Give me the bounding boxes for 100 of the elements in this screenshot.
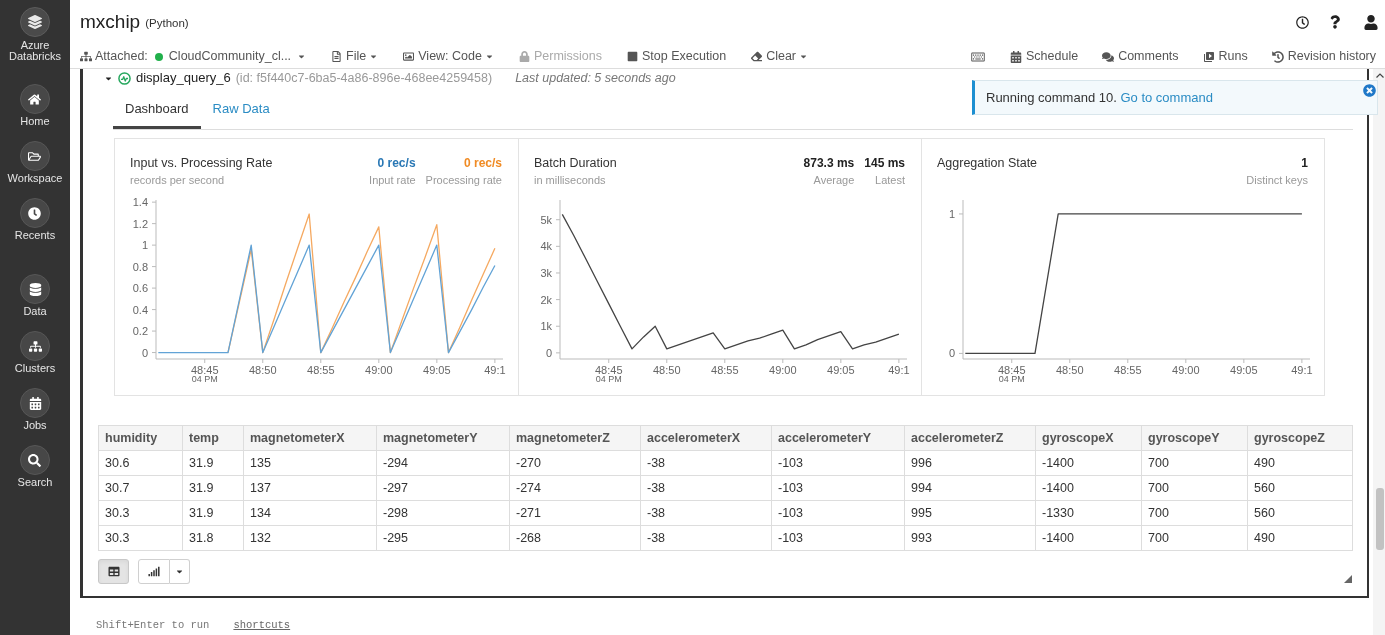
stat-label: Average (813, 173, 855, 187)
y-tick-label: 0 (141, 346, 148, 359)
clock-icon (20, 198, 50, 228)
chart-subtitle: records per second (130, 173, 226, 187)
table-view-button[interactable] (98, 559, 129, 584)
status-dot-icon (154, 52, 163, 61)
x-tick-label: 48:45 (191, 364, 219, 376)
chart-title: Input vs. Processing Rate (130, 155, 273, 171)
toolbar-button[interactable]: Revision history (1271, 47, 1376, 66)
column-header[interactable]: accelerometerZ (904, 425, 1036, 451)
scrollbar-thumb[interactable] (1375, 488, 1384, 550)
layers-icon[interactable] (20, 7, 50, 37)
table-cell: 134 (243, 500, 377, 526)
stat-label: Distinct keys (1246, 173, 1308, 187)
sidebar-item[interactable]: Data (20, 274, 50, 318)
y-tick-label: 1.4 (132, 196, 148, 209)
column-header[interactable]: magnetometerY (376, 425, 510, 451)
brand-name: Azure Databricks (8, 40, 62, 62)
table-cell: -297 (376, 475, 510, 501)
column-header[interactable]: temp (182, 425, 244, 451)
tab[interactable]: Dashboard (113, 95, 201, 129)
resize-grip-icon[interactable] (1344, 575, 1352, 583)
toolbar-menu-button[interactable]: Stop Execution (627, 47, 727, 66)
attached-label: Attached: (95, 48, 148, 66)
scroll-up-icon[interactable] (1375, 73, 1384, 78)
sidebar-item[interactable]: Search (17, 445, 53, 489)
table-cell: 560 (1247, 475, 1353, 501)
toolbar-button[interactable]: Schedule (1010, 47, 1079, 66)
table-cell: 31.9 (182, 450, 244, 476)
notebook-title: mxchip (80, 11, 141, 33)
sidebar-item[interactable]: Clusters (14, 331, 56, 375)
table-cell: 135 (243, 450, 377, 476)
x-tick-label: 49:05 (827, 364, 855, 376)
table-cell: 490 (1247, 525, 1353, 551)
close-icon[interactable] (1363, 84, 1376, 97)
file-icon (331, 51, 343, 62)
go-to-command-link[interactable]: Go to command (1120, 89, 1213, 105)
x-tick-label: 48:55 (711, 364, 739, 376)
lock-icon (518, 51, 530, 62)
table-cell: -1400 (1035, 525, 1142, 551)
y-tick-label: 1 (948, 207, 955, 220)
y-tick-label: 5k (540, 213, 552, 226)
column-header[interactable]: humidity (98, 425, 183, 451)
shortcuts-link[interactable]: shortcuts (233, 618, 291, 632)
table-cell: 132 (243, 525, 377, 551)
x-tick-label: 49:00 (365, 364, 393, 376)
sidebar-item[interactable]: Workspace (7, 141, 63, 185)
y-tick-label: 1 (141, 239, 148, 252)
caret-icon (297, 52, 307, 61)
stat-value: 0 rec/s (463, 155, 502, 171)
x-tick-label: 48:45 (998, 364, 1026, 376)
y-tick-label: 0 (545, 346, 552, 359)
table-cell: 700 (1141, 475, 1248, 501)
help-icon[interactable] (1330, 15, 1340, 29)
table-cell: 996 (904, 450, 1036, 476)
table-cell: 30.7 (98, 475, 183, 501)
table-icon (107, 566, 120, 577)
table-cell: 30.6 (98, 450, 183, 476)
table-cell: -268 (509, 525, 641, 551)
sidebar-item[interactable]: Jobs (20, 388, 50, 432)
keyboard-icon[interactable] (970, 50, 986, 63)
language-label: (Python) (145, 15, 189, 31)
table-cell: 490 (1247, 450, 1353, 476)
y-tick-label: 0.4 (132, 303, 148, 316)
column-header[interactable]: magnetometerZ (509, 425, 641, 451)
column-header[interactable]: gyroscopeX (1035, 425, 1142, 451)
vertical-scrollbar[interactable] (1373, 69, 1385, 635)
eraser-icon (751, 51, 763, 62)
column-header[interactable]: gyroscopeZ (1247, 425, 1353, 451)
sidebar-item[interactable]: Home (20, 84, 50, 128)
time-period-label: 04 PM (595, 374, 622, 384)
toolbar-button[interactable]: Runs (1202, 47, 1248, 66)
sidebar-item[interactable]: Recents (14, 198, 56, 242)
clock-icon[interactable] (1296, 15, 1309, 29)
table-cell: -103 (771, 475, 905, 501)
chart-view-button[interactable] (138, 559, 170, 584)
x-tick-label: 48:50 (249, 364, 277, 376)
tab[interactable]: Raw Data (200, 95, 282, 129)
x-tick-label: 49:00 (769, 364, 797, 376)
column-header[interactable]: accelerometerY (771, 425, 905, 451)
chart-title: Batch Duration (534, 155, 617, 171)
column-header[interactable]: accelerometerX (640, 425, 772, 451)
column-header[interactable]: magnetometerX (243, 425, 377, 451)
user-icon[interactable] (1364, 14, 1378, 30)
table-cell: -1400 (1035, 475, 1142, 501)
column-header[interactable]: gyroscopeY (1141, 425, 1248, 451)
table-cell: -1400 (1035, 450, 1142, 476)
toolbar-menu-button[interactable]: View: Code (403, 47, 494, 66)
x-tick-label: 49:1 (484, 364, 506, 376)
stat-value: 145 ms (864, 155, 905, 171)
x-tick-label: 48:55 (1114, 364, 1142, 376)
table-cell: -38 (640, 525, 772, 551)
stat-label: Latest (875, 173, 905, 187)
table-cell: -295 (376, 525, 510, 551)
table-cell: -38 (640, 500, 772, 526)
toolbar-button[interactable]: Comments (1102, 47, 1179, 66)
toolbar-menu-button[interactable]: File (331, 47, 379, 66)
cluster-dropdown[interactable]: CloudCommunity_cl... (168, 47, 307, 66)
stat-value: 0 rec/s (377, 155, 416, 171)
toolbar-menu-button[interactable]: Clear (751, 47, 808, 66)
